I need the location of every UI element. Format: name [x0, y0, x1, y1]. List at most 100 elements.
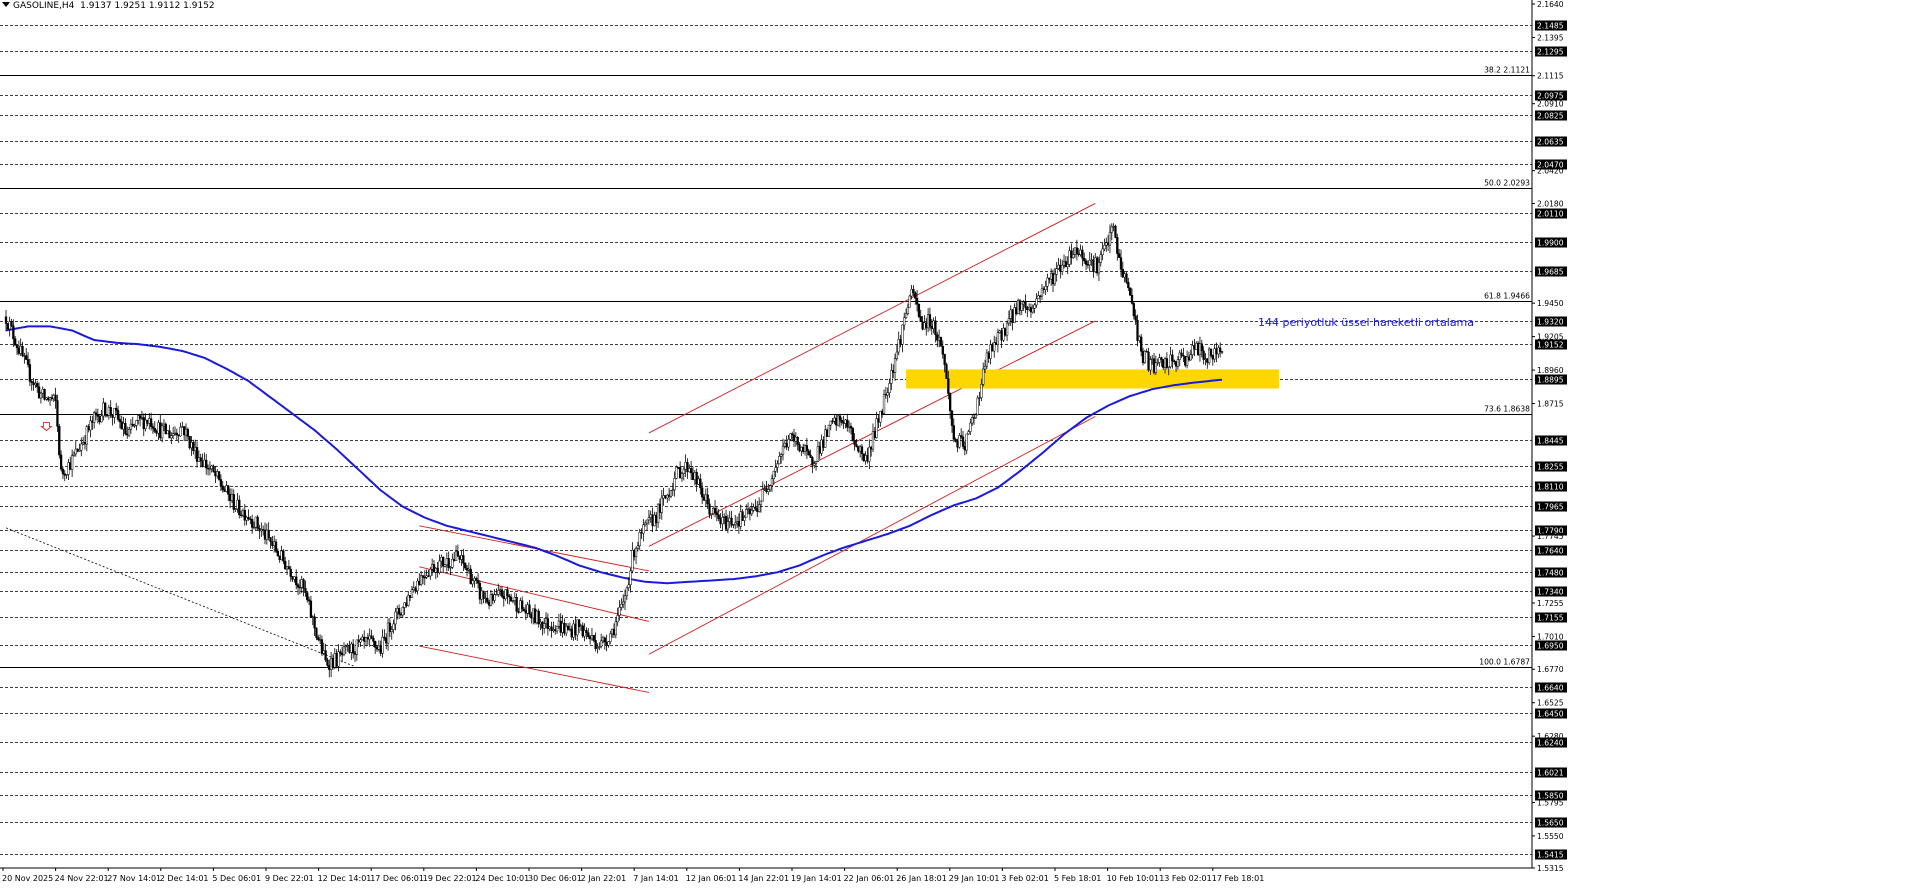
candle-body — [269, 537, 272, 542]
candle-body — [298, 586, 302, 589]
fib-label: 61.8 1.9466 — [1484, 292, 1530, 301]
candle-body — [284, 560, 287, 570]
candle-body — [227, 485, 230, 495]
candle-body — [796, 436, 799, 445]
candle-body — [638, 532, 641, 547]
candle-body — [1196, 342, 1200, 356]
candle-body — [857, 446, 860, 452]
candle-body — [818, 446, 821, 454]
candle-body — [568, 628, 572, 631]
candle-body — [495, 594, 498, 596]
price-line-label: 1.7965 — [1537, 503, 1564, 512]
candle-body — [1178, 352, 1181, 360]
candle-body — [1057, 264, 1060, 269]
candle-body — [576, 619, 579, 636]
candle-body — [100, 415, 103, 423]
candle-body — [965, 433, 968, 451]
candle-body — [140, 417, 144, 419]
candle-body — [565, 625, 568, 634]
candle-body — [994, 342, 998, 345]
candle-body — [864, 455, 867, 462]
candle-body — [383, 636, 386, 639]
candle-body — [462, 555, 465, 564]
candle-body — [274, 541, 278, 552]
candle-body — [563, 622, 566, 634]
time-label: 20 Nov 2025 — [2, 874, 53, 883]
candle-body — [579, 625, 583, 627]
price-chart[interactable]: 38.2 2.1121 50.0 2.0293 61.8 1.9466 73.6 1.… — [0, 0, 1916, 888]
candle-body — [160, 425, 164, 439]
candle-body — [1070, 250, 1073, 258]
candle-body — [254, 516, 257, 528]
candle-body — [1195, 342, 1198, 350]
candle-body — [1206, 358, 1209, 363]
candle-body — [530, 613, 533, 619]
candle-body — [881, 410, 884, 414]
candle-body — [577, 619, 581, 627]
candle-body — [664, 495, 667, 499]
candle-body — [1138, 336, 1141, 341]
candle-body — [741, 511, 744, 521]
candle-body — [148, 418, 151, 424]
candle-body — [190, 442, 193, 449]
candle-body — [238, 499, 241, 516]
candle-body — [781, 445, 785, 455]
candle-body — [875, 418, 878, 438]
candle-body — [58, 426, 61, 456]
candle-body — [104, 402, 107, 416]
candle-body — [1048, 277, 1051, 280]
candle-body — [1037, 295, 1040, 300]
candle-body — [374, 641, 377, 648]
dropdown-triangle-icon[interactable] — [2, 2, 10, 7]
time-label: 22 Jan 06:01 — [844, 874, 895, 883]
price-line-label: 1.7640 — [1537, 547, 1564, 556]
candle-body — [170, 435, 173, 439]
candle-body — [1050, 272, 1053, 280]
candle-body — [673, 478, 676, 491]
candle-body — [111, 414, 114, 418]
candle-body — [1068, 250, 1071, 265]
candle-body — [181, 426, 184, 428]
candle-body — [1215, 348, 1218, 355]
time-label: 9 Dec 22:01 — [265, 874, 314, 883]
candle-body — [743, 516, 746, 521]
candle-body — [1134, 315, 1137, 321]
candle-body — [513, 597, 516, 601]
candle-body — [774, 467, 777, 472]
candle-body — [1000, 330, 1003, 341]
candle-body — [528, 604, 531, 615]
candle-body — [113, 407, 116, 418]
candle-body — [293, 576, 296, 580]
candle-body — [405, 602, 408, 606]
candle-body — [408, 595, 412, 598]
candle-body — [651, 514, 654, 527]
candle-body — [1016, 300, 1020, 315]
candle-body — [1015, 307, 1018, 315]
candle-body — [1026, 307, 1029, 310]
candle-body — [877, 418, 880, 423]
candle-body — [183, 426, 186, 436]
candle-body — [963, 446, 966, 451]
candle-body — [1044, 285, 1047, 290]
candle-body — [671, 489, 674, 491]
candle-body — [1108, 232, 1112, 246]
candle-body — [1077, 253, 1080, 255]
candle-body — [1083, 258, 1086, 262]
candle-body — [1004, 327, 1007, 336]
price-scale-label: 2.0180 — [1537, 199, 1564, 208]
candle-body — [1040, 288, 1044, 297]
candle-body — [1169, 354, 1172, 368]
candle-body — [138, 415, 142, 419]
candle-body — [311, 616, 314, 618]
candle-body — [263, 529, 267, 540]
arrow-marker — [40, 422, 53, 432]
candle-body — [230, 494, 234, 501]
price-line-label: 2.0110 — [1537, 210, 1564, 219]
candle-body — [418, 580, 421, 585]
candle-body — [625, 587, 629, 597]
candle-body — [1088, 259, 1091, 266]
candle-body — [669, 490, 673, 497]
candle-body — [1219, 347, 1222, 352]
candle-body — [8, 321, 11, 330]
candle-body — [833, 417, 836, 422]
